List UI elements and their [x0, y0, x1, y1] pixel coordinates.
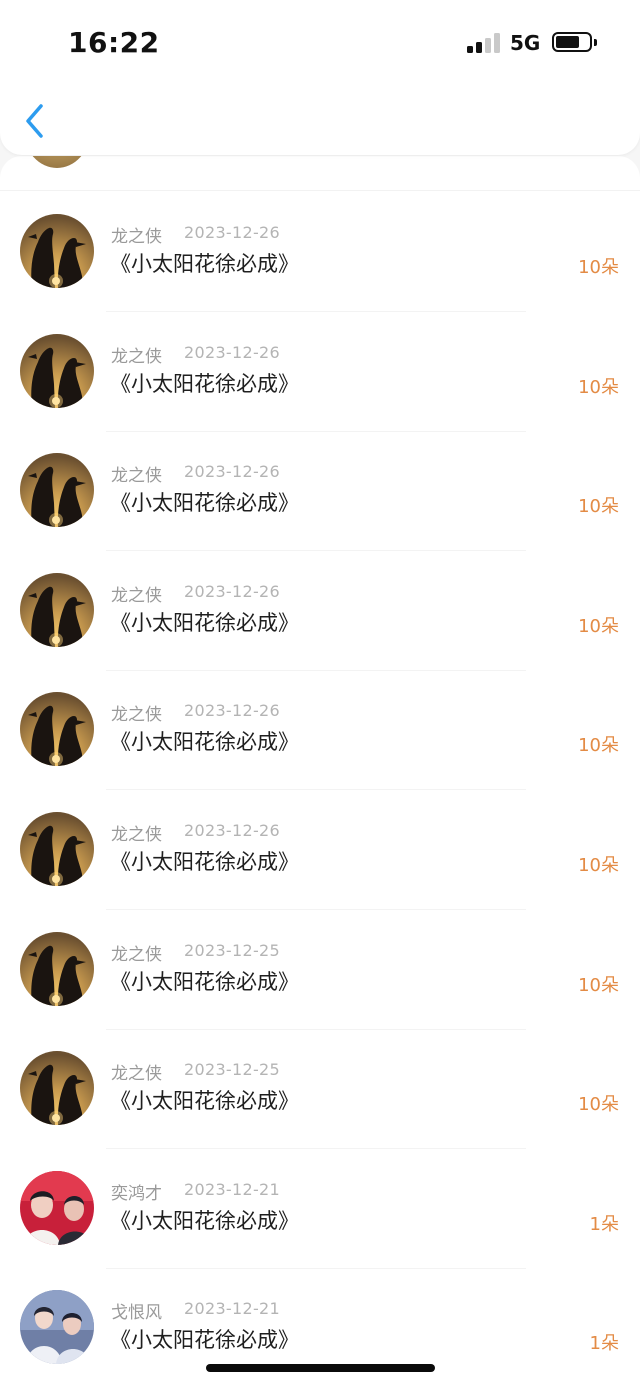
sender-name: 龙之侠	[111, 825, 162, 845]
sender-name: 龙之侠	[111, 705, 162, 726]
flower-count: 10朵	[578, 974, 619, 996]
list-item[interactable]: 龙之侠 2023-12-26 《小太阳花徐必成》 10朵	[0, 670, 640, 791]
avatar[interactable]	[20, 931, 94, 1006]
send-date: 2023-12-25	[184, 940, 280, 960]
send-date: 2023-12-26	[184, 701, 280, 721]
send-date: 2023-12-26	[184, 821, 280, 840]
sender-name: 龙之侠	[111, 346, 162, 367]
screen: 16:22 5G 龙之侠 2023-12-26 《小太阳花徐必成》 10朵 龙之侠 202…	[0, 0, 640, 1387]
item-title: 《小太阳花徐必成》	[110, 1208, 299, 1233]
battery-icon	[552, 32, 592, 52]
item-title: 《小太阳花徐必成》	[110, 730, 299, 755]
flower-count: 10朵	[578, 1094, 619, 1116]
item-title: 《小太阳花徐必成》	[110, 491, 299, 516]
item-title: 《小太阳花徐必成》	[110, 969, 299, 994]
home-indicator[interactable]	[206, 1364, 435, 1372]
gift-record-list[interactable]: 龙之侠 2023-12-26 《小太阳花徐必成》 10朵 龙之侠 2023-12-26 《小…	[0, 156, 640, 1387]
flower-count: 1朵	[589, 1333, 619, 1355]
list-item[interactable]: 龙之侠 2023-12-26 《小太阳花徐必成》 10朵	[0, 790, 640, 910]
item-title: 《小太阳花徐必成》	[110, 850, 299, 874]
sender-name: 龙之侠	[111, 227, 162, 247]
send-date: 2023-12-26	[184, 462, 280, 482]
list-item[interactable]: 龙之侠 2023-12-26 《小太阳花徐必成》 10朵	[0, 431, 640, 552]
avatar[interactable]	[20, 572, 94, 647]
sender-name: 龙之侠	[111, 585, 162, 606]
sender-name: 龙之侠	[111, 944, 162, 965]
list-item[interactable]: 龙之侠 2023-12-25 《小太阳花徐必成》 10朵	[0, 910, 640, 1030]
sender-name: 戈恨风	[111, 1303, 162, 1324]
item-title: 《小太阳花徐必成》	[110, 610, 299, 635]
item-title: 《小太阳花徐必成》	[110, 371, 299, 396]
avatar[interactable]	[20, 692, 94, 767]
flower-count: 10朵	[578, 735, 619, 757]
list-item[interactable]: 龙之侠 2023-12-26 《小太阳花徐必成》 10朵	[0, 551, 640, 671]
item-title: 《小太阳花徐必成》	[110, 252, 299, 276]
divider	[0, 190, 640, 191]
sender-name: 龙之侠	[111, 1064, 162, 1085]
item-title: 《小太阳花徐必成》	[110, 1328, 299, 1353]
network-type: 5G	[510, 31, 541, 55]
avatar[interactable]	[20, 812, 94, 886]
flower-count: 10朵	[578, 855, 619, 876]
send-date: 2023-12-21	[184, 1179, 280, 1199]
send-date: 2023-12-26	[184, 581, 280, 601]
cellular-signal-icon	[467, 33, 501, 53]
status-time: 16:22	[68, 26, 160, 59]
avatar[interactable]	[20, 1290, 94, 1365]
flower-count: 10朵	[578, 496, 619, 518]
flower-count: 10朵	[578, 257, 619, 278]
avatar	[24, 156, 90, 168]
flower-count: 1朵	[589, 1213, 619, 1235]
back-button[interactable]	[20, 100, 50, 142]
header-card: 16:22 5G	[0, 0, 640, 155]
send-date: 2023-12-21	[184, 1299, 280, 1319]
flower-count: 10朵	[578, 376, 619, 398]
avatar[interactable]	[20, 214, 94, 288]
avatar[interactable]	[20, 333, 94, 408]
avatar[interactable]	[20, 1170, 94, 1245]
send-date: 2023-12-26	[184, 342, 280, 362]
sender-name: 龙之侠	[111, 466, 162, 487]
sender-name: 奕鸿才	[111, 1183, 162, 1204]
send-date: 2023-12-25	[184, 1060, 280, 1080]
avatar[interactable]	[20, 453, 94, 528]
list-item[interactable]: 奕鸿才 2023-12-21 《小太阳花徐必成》 1朵	[0, 1149, 640, 1269]
list-item[interactable]: 龙之侠 2023-12-26 《小太阳花徐必成》 10朵	[0, 192, 640, 312]
send-date: 2023-12-26	[184, 223, 280, 242]
chevron-left-icon	[26, 104, 43, 138]
battery-tip	[594, 39, 597, 46]
flower-count: 10朵	[578, 615, 619, 637]
item-title: 《小太阳花徐必成》	[110, 1089, 299, 1114]
list-item[interactable]: 龙之侠 2023-12-26 《小太阳花徐必成》 10朵	[0, 312, 640, 432]
avatar[interactable]	[20, 1051, 94, 1126]
list-item[interactable]: 龙之侠 2023-12-25 《小太阳花徐必成》 10朵	[0, 1029, 640, 1150]
